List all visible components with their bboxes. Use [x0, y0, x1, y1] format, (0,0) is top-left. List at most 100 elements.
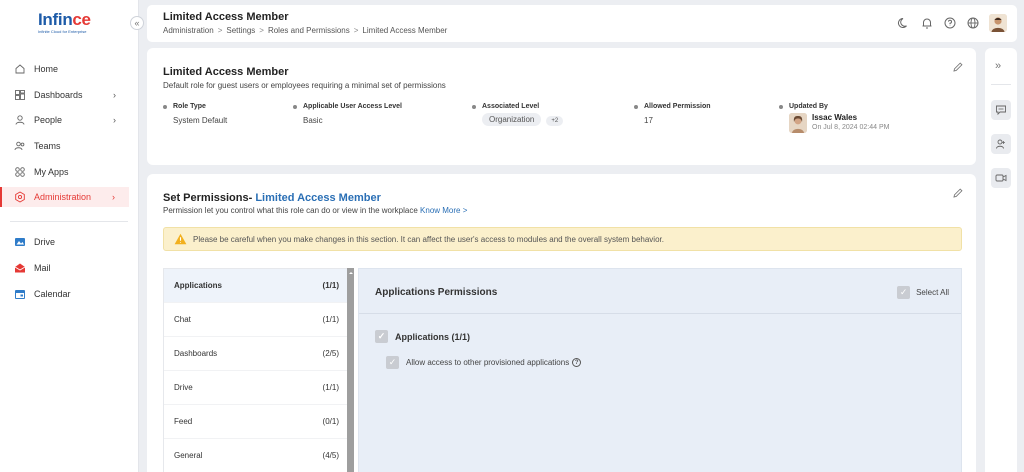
chat-button[interactable] — [991, 100, 1011, 120]
category-item-drive[interactable]: Drive (1/1) — [164, 371, 349, 405]
globe-icon[interactable] — [966, 16, 980, 30]
header-actions — [897, 14, 1007, 32]
category-name: Feed — [174, 417, 193, 426]
chat-icon — [996, 105, 1006, 116]
meta-value: Basic — [303, 116, 323, 125]
sidebar-item-label: Home — [34, 64, 59, 74]
category-list-scrollbar[interactable] — [347, 268, 354, 472]
sidebar-item-label: People — [34, 115, 63, 125]
permissions-title: Set Permissions- Limited Access Member — [163, 192, 381, 204]
warning-text: Please be careful when you make changes … — [193, 234, 664, 244]
category-item-dashboards[interactable]: Dashboards (2/5) — [164, 337, 349, 371]
bell-icon[interactable] — [920, 16, 934, 30]
permissions-card: Set Permissions- Limited Access Member P… — [147, 174, 976, 472]
sidebar-item-label: Dashboards — [34, 90, 83, 100]
group-checkbox[interactable]: ✓ — [375, 330, 388, 343]
home-icon — [15, 64, 25, 74]
sidebar-item-label: Teams — [34, 141, 61, 151]
category-item-general[interactable]: General (4/5) — [164, 439, 349, 472]
user-avatar[interactable] — [989, 14, 1007, 32]
sidebar-item-my-apps[interactable]: My Apps — [0, 162, 130, 182]
meta-value: 17 — [644, 116, 653, 125]
meta-role-type: Role Type System Default — [163, 103, 227, 125]
expand-rail-button[interactable]: » — [995, 60, 1001, 72]
role-details-card: Limited Access Member Default role for g… — [147, 48, 976, 165]
sidebar-item-people[interactable]: People › — [0, 110, 130, 130]
sidebar-app-mail[interactable]: Mail — [0, 258, 130, 278]
chevron-right-icon: › — [112, 192, 115, 202]
category-item-applications[interactable]: Applications (1/1) — [164, 269, 349, 303]
sidebar-item-label: Calendar — [34, 289, 71, 299]
video-button[interactable] — [991, 168, 1011, 188]
category-count: (2/5) — [322, 349, 339, 358]
settings-gear-icon — [15, 191, 25, 203]
category-count: (4/5) — [322, 451, 339, 460]
breadcrumb-item-settings[interactable]: Settings — [226, 26, 255, 35]
dashboard-icon — [15, 90, 25, 100]
breadcrumb-separator: > — [217, 26, 223, 35]
warning-banner: Please be careful when you make changes … — [163, 227, 962, 251]
apps-icon — [15, 167, 25, 177]
role-title: Limited Access Member — [163, 66, 289, 78]
help-icon[interactable] — [943, 16, 957, 30]
category-item-feed[interactable]: Feed (0/1) — [164, 405, 349, 439]
person-icon — [15, 115, 25, 125]
pencil-icon[interactable] — [952, 61, 964, 73]
chevron-right-icon: › — [113, 115, 116, 125]
know-more-link[interactable]: Know More > — [420, 206, 467, 215]
select-all-control[interactable]: ✓ Select All — [897, 286, 949, 299]
select-all-checkbox[interactable]: ✓ — [897, 286, 911, 299]
updated-date: On Jul 8, 2024 02:44 PM — [812, 124, 890, 131]
pencil-icon[interactable] — [952, 187, 964, 199]
meta-label: Role Type — [163, 103, 227, 110]
sidebar-item-dashboards[interactable]: Dashboards › — [0, 85, 130, 105]
category-count: (0/1) — [322, 417, 339, 426]
page-title: Limited Access Member — [163, 11, 289, 23]
meta-label: Allowed Permission — [634, 103, 711, 110]
help-icon[interactable]: ? — [572, 358, 582, 367]
sidebar-item-teams[interactable]: Teams — [0, 136, 130, 156]
permissions-panel: Applications Permissions ✓ Select All ✓ … — [358, 268, 962, 472]
people-button[interactable] — [991, 134, 1011, 154]
sidebar-app-calendar[interactable]: Calendar — [0, 284, 130, 304]
updater-name: Issac Wales — [812, 113, 858, 122]
sidebar-item-home[interactable]: Home — [0, 59, 130, 79]
sidebar-item-label: My Apps — [34, 167, 69, 177]
associated-level-pill: Organization — [482, 113, 542, 126]
category-count: (1/1) — [322, 281, 339, 290]
permission-checkbox[interactable]: ✓ — [386, 356, 399, 369]
warning-icon — [174, 233, 187, 245]
meta-updated-by: Updated By Issac Wales On Jul 8, 2024 02… — [779, 103, 889, 133]
meta-associated-level: Associated Level Organization +2 — [472, 103, 564, 126]
sidebar-app-drive[interactable]: Drive — [0, 232, 130, 252]
sidebar-item-administration[interactable]: Administration › — [0, 187, 129, 207]
category-count: (1/1) — [322, 383, 339, 392]
moon-icon[interactable] — [897, 16, 911, 30]
category-name: Dashboards — [174, 349, 218, 358]
category-name: Chat — [174, 315, 191, 324]
sidebar: Infince Infinite Cloud for Enterprise Ho… — [0, 0, 139, 472]
category-name: General — [174, 451, 203, 460]
brand-logo[interactable]: Infince Infinite Cloud for Enterprise — [38, 11, 102, 34]
breadcrumb-separator: > — [259, 26, 264, 35]
sidebar-item-label: Drive — [34, 237, 56, 247]
meta-label: Associated Level — [472, 103, 563, 110]
permission-group-applications: ✓ Applications (1/1) — [375, 330, 470, 343]
permission-item-provisioned-apps: ✓ Allow access to other provisioned appl… — [386, 356, 582, 369]
permission-category-list: Applications (1/1) Chat (1/1) Dashboards… — [163, 268, 350, 472]
meta-label: Updated By — [779, 103, 889, 110]
avatar-portrait-icon — [989, 14, 1007, 32]
group-label: Applications (1/1) — [395, 331, 471, 342]
category-count: (1/1) — [322, 315, 339, 324]
permission-label: Allow access to other provisioned applic… — [406, 358, 570, 367]
more-count-badge[interactable]: +2 — [546, 116, 564, 126]
breadcrumb-item-administration[interactable]: Administration — [163, 26, 214, 35]
teams-icon — [14, 141, 25, 151]
permissions-title-role: Limited Access Member — [255, 192, 381, 204]
collapse-sidebar-button[interactable]: « — [130, 16, 144, 30]
sidebar-item-label: Administration — [34, 192, 92, 202]
category-item-chat[interactable]: Chat (1/1) — [164, 303, 349, 337]
logo-word: Inf — [38, 10, 58, 29]
breadcrumb-item-roles[interactable]: Roles and Permissions — [268, 26, 350, 35]
header-bar: Limited Access Member Administration > S… — [147, 5, 1017, 42]
